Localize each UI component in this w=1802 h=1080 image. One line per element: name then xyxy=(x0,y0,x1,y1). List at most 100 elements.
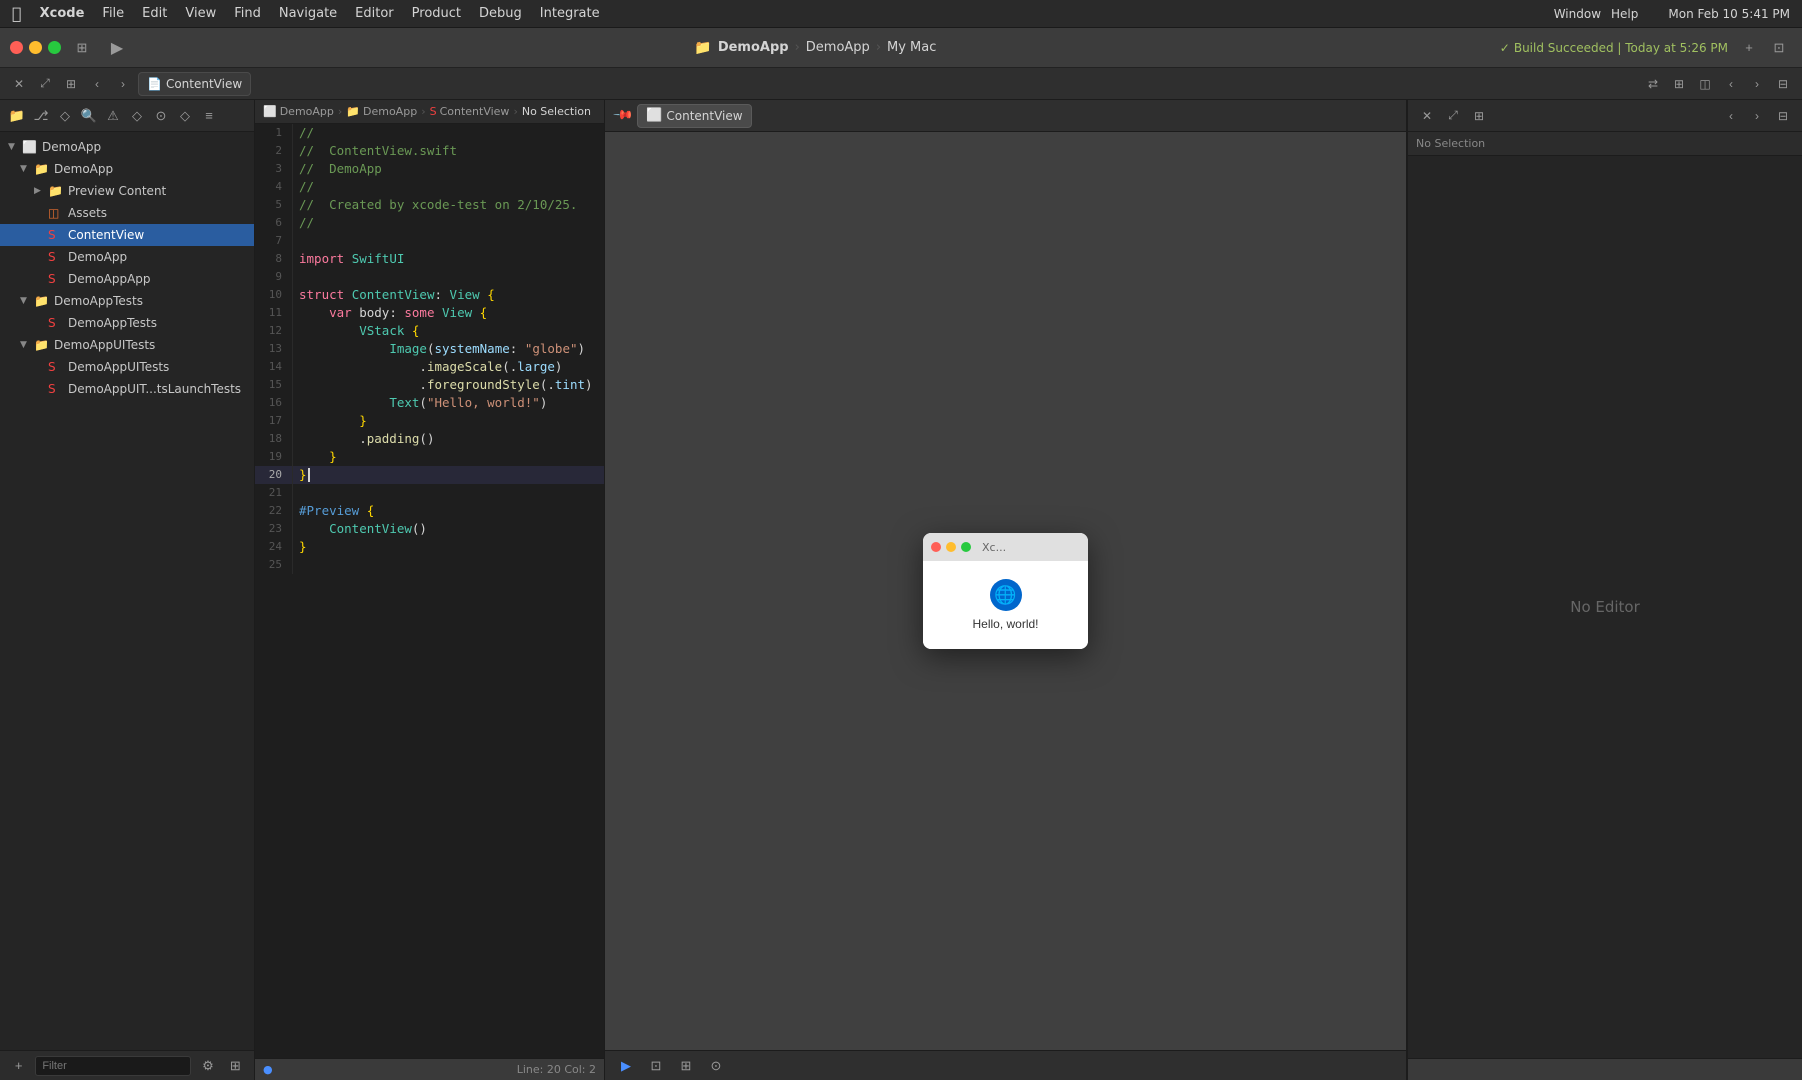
canvas-toggle[interactable]: ◫ xyxy=(1694,73,1716,95)
minimize-button[interactable] xyxy=(29,41,42,54)
menu-window[interactable]: Window xyxy=(1554,7,1601,21)
menu-view[interactable]: View xyxy=(185,6,216,21)
sidebar-item-demoapp-tests-folder[interactable]: ▼ 📁 DemoAppTests xyxy=(0,290,254,312)
menu-xcode[interactable]: Xcode xyxy=(40,6,85,21)
main-layout: 📁 ⎇ ◇ 🔍 ⚠ ◇ ⊙ ◇ ≡ ▼ ⬜ DemoApp ▼ xyxy=(0,100,1802,1080)
inspector-right-btn[interactable]: ⊟ xyxy=(1772,105,1794,127)
code-line-11: 11 var body: some View { xyxy=(255,304,604,322)
sidebar-files-btn[interactable]: 📁 xyxy=(6,105,28,127)
breadcrumb-folder[interactable]: 📁 DemoApp xyxy=(346,105,417,118)
nav-back-button[interactable]: ‹ xyxy=(86,73,108,95)
nav-forward-button[interactable]: › xyxy=(112,73,134,95)
menu-integrate[interactable]: Integrate xyxy=(540,6,600,21)
file-tab-contentview[interactable]: 📄 ContentView xyxy=(138,72,251,96)
sidebar-item-demoapp-tests-swift[interactable]: ▶ S DemoAppTests xyxy=(0,312,254,334)
menu-edit[interactable]: Edit xyxy=(142,6,167,21)
sidebar-issues-btn[interactable]: ⚠ xyxy=(102,105,124,127)
sidebar-item-demoappapp-swift[interactable]: ▶ S DemoAppApp xyxy=(0,268,254,290)
right-inspector-btn[interactable]: ⊟ xyxy=(1772,73,1794,95)
inspector-no-selection: No Selection xyxy=(1408,132,1802,156)
nav-arrows-back[interactable]: ‹ xyxy=(1720,73,1742,95)
mini-title-bar: Xc... xyxy=(923,533,1088,561)
code-line-19: 19 } xyxy=(255,448,604,466)
device-name: My Mac xyxy=(887,40,936,55)
grid-button[interactable]: ⊞ xyxy=(60,73,82,95)
preview-panel: 📌 ⬜ ContentView Xc... 🌐 xyxy=(605,100,1407,1080)
sidebar-test-btn[interactable]: ◇ xyxy=(126,105,148,127)
title-bar: ⊞ ▶ 📁 DemoApp › DemoApp › My Mac ✓ Build… xyxy=(0,28,1802,68)
split-view-button[interactable]: ⊡ xyxy=(1766,37,1792,59)
sidebar-item-assets[interactable]: ▶ ◫ Assets xyxy=(0,202,254,224)
sidebar-item-preview-content[interactable]: ▶ 📁 Preview Content xyxy=(0,180,254,202)
expand-button[interactable]: ⤢ xyxy=(34,73,56,95)
preview-device-button[interactable]: ⊡ xyxy=(645,1055,667,1077)
preview-grid-button[interactable]: ⊞ xyxy=(675,1055,697,1077)
status-bar-indicator: ● xyxy=(263,1063,273,1076)
code-editor[interactable]: 1 // 2 // ContentView.swift 3 // DemoApp… xyxy=(255,124,604,1058)
breadcrumb-folder-icon: 📁 xyxy=(346,105,360,118)
folder-icon: 📁 xyxy=(34,162,50,176)
sidebar-label: Preview Content xyxy=(68,184,166,198)
menu-navigate[interactable]: Navigate xyxy=(279,6,337,21)
preview-play-button[interactable]: ▶ xyxy=(615,1055,637,1077)
sidebar-toggle-button[interactable]: ⊞ xyxy=(69,37,95,59)
close-button[interactable] xyxy=(10,41,23,54)
add-button[interactable]: + xyxy=(1736,37,1762,59)
preview-tab-label: ContentView xyxy=(666,109,742,123)
code-line-7: 7 xyxy=(255,232,604,250)
code-line-9: 9 xyxy=(255,268,604,286)
sidebar-vcs-btn[interactable]: ⎇ xyxy=(30,105,52,127)
sidebar-item-demoapp-uitests-folder[interactable]: ▼ 📁 DemoAppUITests xyxy=(0,334,254,356)
nav-arrows-forward[interactable]: › xyxy=(1746,73,1768,95)
apple-menu[interactable]:  xyxy=(12,4,22,23)
filter-input[interactable] xyxy=(35,1056,191,1076)
inspector-panel: ✕ ⤢ ⊞ ‹ › ⊟ No Selection No Editor xyxy=(1407,100,1802,1080)
menu-file[interactable]: File xyxy=(102,6,124,21)
maximize-button[interactable] xyxy=(48,41,61,54)
inspector-toggle[interactable]: ⊞ xyxy=(1668,73,1690,95)
add-file-button[interactable]: + xyxy=(8,1055,29,1077)
sidebar-item-demoapp-uitests-launch[interactable]: ▶ S DemoAppUIT...tsLaunchTests xyxy=(0,378,254,400)
filter-options-button[interactable]: ⚙ xyxy=(197,1055,218,1077)
menu-find[interactable]: Find xyxy=(234,6,261,21)
sidebar-bookmarks-btn[interactable]: ◇ xyxy=(54,105,76,127)
breadcrumb-project[interactable]: ⬜ DemoApp xyxy=(263,105,334,118)
menu-debug[interactable]: Debug xyxy=(479,6,522,21)
sidebar-item-demoapp-swift[interactable]: ▶ S DemoApp xyxy=(0,246,254,268)
editor-panel: ⬜ DemoApp › 📁 DemoApp › S ContentView › … xyxy=(255,100,605,1080)
sidebar-item-demoapp-folder[interactable]: ▼ 📁 DemoApp xyxy=(0,158,254,180)
inspector-nav-forward[interactable]: › xyxy=(1746,105,1768,127)
breadcrumb-file[interactable]: S ContentView xyxy=(430,105,510,118)
editor-status-bar: ● Line: 20 Col: 2 xyxy=(255,1058,604,1080)
mini-app-window: Xc... 🌐 Hello, world! xyxy=(923,533,1088,649)
sidebar-label: DemoAppTests xyxy=(68,316,157,330)
run-button[interactable]: ▶ xyxy=(103,34,131,62)
preview-tab-contentview[interactable]: ⬜ ContentView xyxy=(637,104,751,128)
sidebar-debug-btn[interactable]: ⊙ xyxy=(150,105,172,127)
sidebar-reports-btn[interactable]: ≡ xyxy=(198,105,220,127)
chevron-down-icon: ▼ xyxy=(20,340,30,350)
inspector-close-btn[interactable]: ✕ xyxy=(1416,105,1438,127)
sort-button[interactable]: ⊞ xyxy=(225,1055,246,1077)
sidebar-item-demoapp-uitests-swift[interactable]: ▶ S DemoAppUITests xyxy=(0,356,254,378)
sidebar-label: DemoApp xyxy=(54,162,113,176)
menu-product[interactable]: Product xyxy=(412,6,461,21)
inspector-expand-btn[interactable]: ⤢ xyxy=(1442,105,1464,127)
sidebar-find-btn[interactable]: 🔍 xyxy=(78,105,100,127)
sidebar-label: DemoAppUIT...tsLaunchTests xyxy=(68,382,241,396)
mini-min-btn xyxy=(946,542,956,552)
preview-settings-button[interactable]: ⊙ xyxy=(705,1055,727,1077)
menu-editor[interactable]: Editor xyxy=(355,6,393,21)
menu-help[interactable]: Help xyxy=(1611,7,1638,21)
preview-header: 📌 ⬜ ContentView xyxy=(605,100,1406,132)
sidebar-item-contentview[interactable]: ▶ S ContentView xyxy=(0,224,254,246)
right-panel-toggle[interactable]: ⇄ xyxy=(1642,73,1664,95)
sidebar-item-demoapp-project[interactable]: ▼ ⬜ DemoApp xyxy=(0,136,254,158)
navigate-back-button[interactable]: ✕ xyxy=(8,73,30,95)
hello-world-text: Hello, world! xyxy=(972,617,1038,631)
inspector-nav-back[interactable]: ‹ xyxy=(1720,105,1742,127)
sidebar-breakpoints-btn[interactable]: ◇ xyxy=(174,105,196,127)
sidebar-label: DemoAppTests xyxy=(54,294,143,308)
inspector-split-btn[interactable]: ⊞ xyxy=(1468,105,1490,127)
code-line-17: 17 } xyxy=(255,412,604,430)
